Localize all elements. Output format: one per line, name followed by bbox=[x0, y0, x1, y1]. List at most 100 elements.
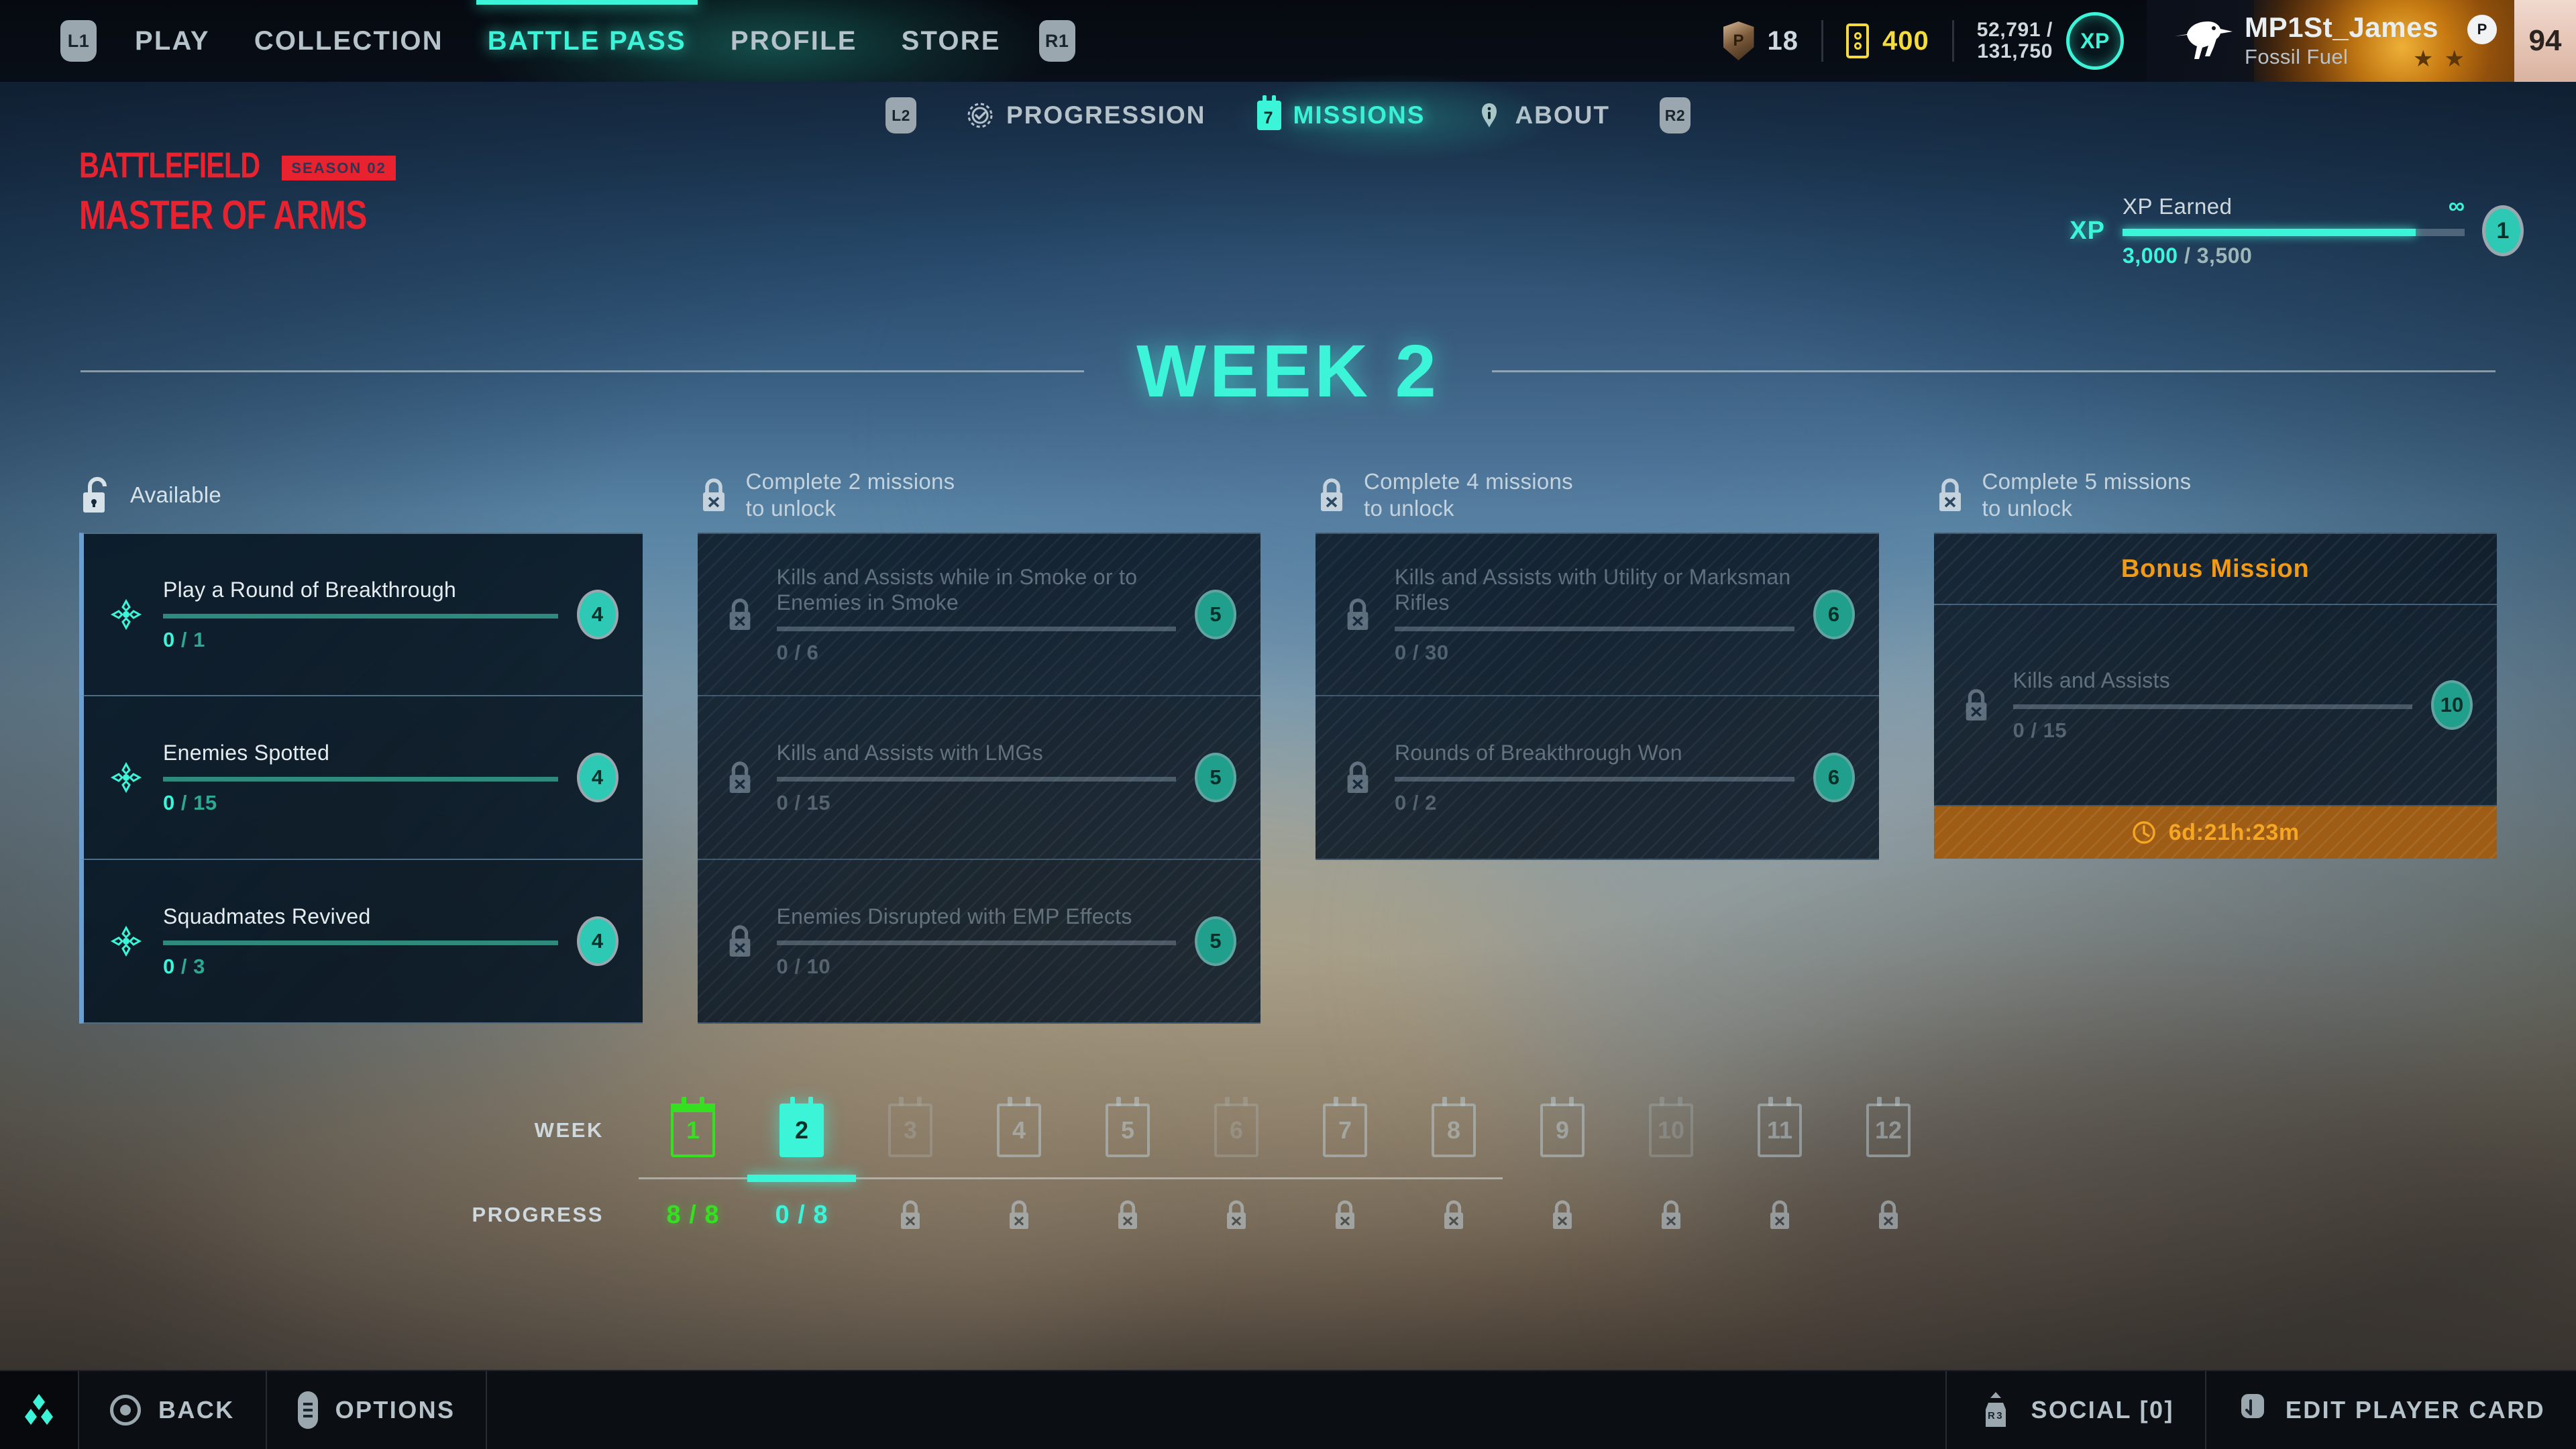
subnav-prev-key[interactable]: L2 bbox=[861, 97, 941, 133]
mission-info: Enemies Disrupted with EMP Effects 0 / 1… bbox=[776, 904, 1176, 979]
week-calendar-icon: 10 bbox=[1649, 1097, 1693, 1157]
lock-icon bbox=[702, 478, 724, 511]
player-card[interactable]: ★★ MP1St_James Fossil Fuel P 94 bbox=[2147, 0, 2576, 82]
options-button-label: OPTIONS bbox=[335, 1396, 455, 1424]
mission-card[interactable]: Squadmates Revived 0 / 3 4 bbox=[79, 860, 643, 1024]
nav-prev-key[interactable]: L1 bbox=[44, 20, 113, 62]
week-tab-5[interactable]: 5 bbox=[1073, 1097, 1182, 1157]
week-number: 6 bbox=[1229, 1116, 1244, 1144]
week-tab-9[interactable]: 9 bbox=[1508, 1097, 1617, 1157]
player-name: MP1St_James bbox=[2245, 11, 2439, 44]
mission-progress-bar bbox=[1395, 627, 1794, 632]
infinity-icon: ∞ bbox=[2448, 193, 2465, 219]
week-progress-11 bbox=[1725, 1198, 1834, 1232]
nav-item-play[interactable]: PLAY bbox=[113, 0, 232, 82]
week-tab-1[interactable]: 1 bbox=[639, 1097, 747, 1157]
xp-currency[interactable]: 52,791 / 131,750 XP bbox=[1954, 12, 2147, 70]
lock-icon bbox=[1010, 1200, 1028, 1229]
page-title: WEEK 2 bbox=[1136, 329, 1440, 413]
week-tab-6[interactable]: 6 bbox=[1182, 1097, 1291, 1157]
week-tab-3[interactable]: 3 bbox=[856, 1097, 965, 1157]
mission-card[interactable]: Kills and Assists with Utility or Marksm… bbox=[1316, 533, 1879, 696]
mission-progress-bar bbox=[776, 627, 1176, 632]
mission-current: 0 bbox=[1395, 641, 1407, 665]
social-button[interactable]: R3 SOCIAL [0] bbox=[1945, 1371, 2205, 1449]
tab-about[interactable]: ABOUT bbox=[1450, 82, 1635, 149]
edit-player-card-button[interactable]: EDIT PLAYER CARD bbox=[2204, 1371, 2576, 1449]
lock-icon bbox=[729, 761, 750, 793]
mission-xp-badge: 5 bbox=[1195, 753, 1236, 802]
week-tabs: 1 2 3 4 5 6 7 8 9 10 11 12 bbox=[639, 1097, 1943, 1157]
mission-card[interactable]: Kills and Assists 0 / 15 10 bbox=[1933, 605, 2497, 806]
mission-card[interactable]: Enemies Spotted 0 / 15 4 bbox=[79, 696, 643, 860]
week-number: 3 bbox=[903, 1116, 918, 1144]
nav-item-battle-pass[interactable]: BATTLE PASS bbox=[466, 0, 708, 82]
bottom-action-bar: BACK OPTIONS R3 SOCIAL [0] EDIT PLAYER C… bbox=[0, 1370, 2576, 1449]
nav-next-key[interactable]: R1 bbox=[1023, 20, 1091, 62]
rank-shield-icon: P bbox=[1723, 21, 1754, 60]
mission-xp-badge: 10 bbox=[2431, 680, 2473, 730]
lock-icon bbox=[1966, 689, 1986, 720]
lock-icon bbox=[1662, 1200, 1680, 1229]
mission-current: 0 bbox=[1395, 791, 1407, 815]
bonus-mission-card[interactable]: Bonus Mission Kills and Assists 0 / 15 1… bbox=[1933, 533, 2497, 859]
mission-card[interactable]: Kills and Assists while in Smoke or to E… bbox=[697, 533, 1260, 696]
week-tab-10[interactable]: 10 bbox=[1617, 1097, 1725, 1157]
nav-item-collection[interactable]: COLLECTION bbox=[232, 0, 466, 82]
back-button[interactable]: BACK bbox=[79, 1371, 267, 1449]
column-status-label: Complete 5 missions to unlock bbox=[1982, 468, 2192, 521]
week-tab-12[interactable]: 12 bbox=[1834, 1097, 1943, 1157]
mission-card[interactable]: Rounds of Breakthrough Won 0 / 2 6 bbox=[1316, 696, 1879, 860]
mission-progress-text: 0 / 6 bbox=[776, 641, 819, 665]
week-tab-2[interactable]: 2 bbox=[747, 1097, 856, 1157]
tab-progression[interactable]: PROGRESSION bbox=[941, 82, 1232, 149]
bonus-mission-title: Bonus Mission bbox=[1933, 533, 2497, 605]
mission-info: Kills and Assists while in Smoke or to E… bbox=[776, 564, 1176, 665]
progression-icon bbox=[967, 103, 993, 128]
mission-card[interactable]: Kills and Assists with LMGs 0 / 15 5 bbox=[697, 696, 1260, 860]
options-button[interactable]: OPTIONS bbox=[267, 1371, 488, 1449]
mission-progress-text: 0 / 2 bbox=[1395, 791, 1437, 815]
bonus-mission-timer: 6d:21h:23m bbox=[1933, 806, 2497, 859]
mission-total: 15 bbox=[193, 791, 217, 815]
xp-fraction: 52,791 / 131,750 bbox=[1977, 19, 2053, 62]
mission-progress-bar bbox=[776, 941, 1176, 946]
mission-column-locked-4: Complete 4 missions to unlock Kills and … bbox=[1316, 463, 1879, 1067]
week-progress-12 bbox=[1834, 1198, 1943, 1232]
xp-total-value: 131,750 bbox=[1977, 40, 2053, 62]
player-level-badge: 94 bbox=[2514, 0, 2576, 82]
week-number: 10 bbox=[1657, 1116, 1685, 1144]
lock-icon bbox=[1939, 478, 1961, 511]
progress-cells: 8 / 8 0 / 8 bbox=[639, 1198, 1943, 1232]
mission-card[interactable]: Enemies Disrupted with EMP Effects 0 / 1… bbox=[697, 860, 1260, 1024]
xp-progress-values: 3,000 / 3,500 bbox=[2123, 244, 2465, 268]
nav-item-profile[interactable]: PROFILE bbox=[708, 0, 879, 82]
week-number: 1 bbox=[686, 1116, 700, 1144]
mission-total: 15 bbox=[2043, 718, 2068, 743]
playstation-icon: P bbox=[2467, 15, 2497, 44]
xp-earned-panel: XP XP Earned ∞ 3,000 / 3,500 1 bbox=[2070, 193, 2524, 268]
coin-currency[interactable]: 400 bbox=[1823, 23, 1952, 58]
mission-current: 0 bbox=[163, 955, 175, 979]
mission-card[interactable]: Play a Round of Breakthrough 0 / 1 4 bbox=[79, 533, 643, 696]
week-calendar-icon: 5 bbox=[1106, 1097, 1150, 1157]
app-root: L1 PLAY COLLECTION BATTLE PASS PROFILE S… bbox=[0, 0, 2576, 1449]
mission-xp-badge: 5 bbox=[1195, 916, 1236, 966]
xp-panel-tag: XP bbox=[2070, 216, 2105, 245]
week-tab-7[interactable]: 7 bbox=[1291, 1097, 1399, 1157]
week-tab-4[interactable]: 4 bbox=[965, 1097, 1073, 1157]
week-tab-11[interactable]: 11 bbox=[1725, 1097, 1834, 1157]
nav-item-store[interactable]: STORE bbox=[879, 0, 1023, 82]
week-tab-8[interactable]: 8 bbox=[1399, 1097, 1508, 1157]
objective-target-icon bbox=[110, 761, 142, 794]
tab-missions[interactable]: 7 MISSIONS bbox=[1232, 82, 1451, 149]
lock-icon bbox=[1336, 1200, 1354, 1229]
xp-earned-label: XP Earned bbox=[2123, 193, 2233, 219]
tab-progression-label: PROGRESSION bbox=[1006, 101, 1206, 129]
week-row-label: WEEK bbox=[534, 1118, 604, 1142]
subnav-next-key[interactable]: R2 bbox=[1635, 97, 1715, 133]
week-calendar-icon: 12 bbox=[1866, 1097, 1911, 1157]
cursor-hand-icon bbox=[2241, 1394, 2264, 1418]
rank-currency[interactable]: P 18 bbox=[1701, 21, 1822, 60]
coin-icon bbox=[1846, 23, 1870, 58]
